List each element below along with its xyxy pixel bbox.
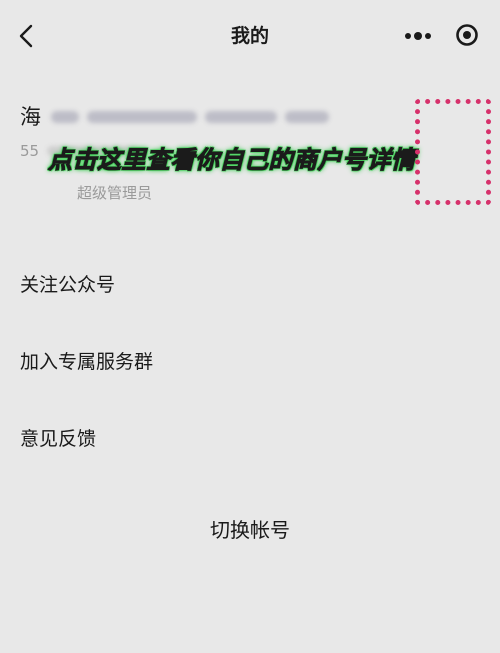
more-button[interactable] — [402, 22, 434, 50]
nav-bar: 我的 — [0, 0, 500, 70]
tip-annotation: 点击这里查看你自己的商户号详情 — [48, 146, 416, 175]
more-dots-icon — [405, 32, 431, 40]
merchant-name: 海 — [20, 105, 41, 129]
switch-account-button[interactable]: 切换帐号 — [0, 510, 500, 550]
close-miniprogram-button[interactable] — [453, 21, 481, 49]
menu-list: 关注公众号 加入专属服务群 意见反馈 — [0, 245, 500, 476]
menu-item-follow-official-account[interactable]: 关注公众号 — [0, 245, 500, 322]
target-icon — [456, 24, 478, 46]
back-button[interactable] — [14, 22, 40, 50]
menu-item-join-service-group[interactable]: 加入专属服务群 — [0, 322, 500, 399]
menu-item-feedback[interactable]: 意见反馈 — [0, 399, 500, 476]
merchant-name-redacted — [51, 111, 329, 123]
merchant-name-row: 海 — [20, 102, 400, 132]
chevron-left-icon — [19, 24, 33, 48]
role-label: 超级管理员 — [77, 184, 153, 202]
merchant-id: 55 — [20, 142, 40, 160]
